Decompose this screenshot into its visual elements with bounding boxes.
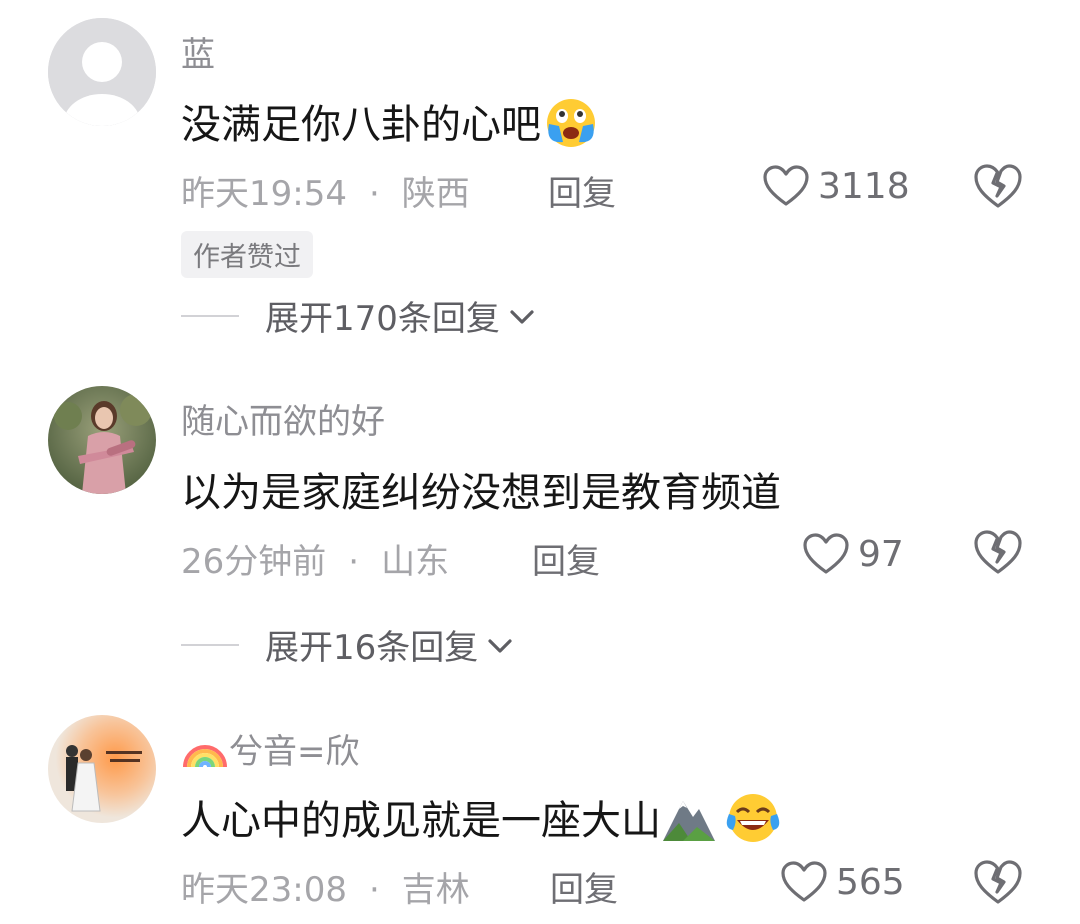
meta-separator: · <box>368 174 380 214</box>
comment-item: 蓝 没满足你八卦的心吧 昨天19:54 · 陕西 回复 3118 作者赞过 展开17… <box>0 0 1080 340</box>
comment-username[interactable]: 随心而欲的好 <box>181 394 385 443</box>
expand-replies-label: 展开16条回复 <box>265 628 479 668</box>
avatar[interactable] <box>48 386 156 494</box>
dislike-button[interactable] <box>972 528 1024 580</box>
heart-outline-icon <box>803 533 849 574</box>
comment-item: 随心而欲的好 以为是家庭纠纷没想到是教育频道 26分钟前 · 山东 回复 97 展开… <box>0 370 1080 690</box>
broken-heart-icon <box>974 530 1022 574</box>
comment-item: 兮音=欣 人心中的成见就是一座大山 昨天23:08 · 吉林 回复 565 <box>0 700 1080 924</box>
rainbow-emoji <box>181 729 229 778</box>
reply-button[interactable]: 回复 <box>550 862 618 911</box>
comment-location: 陕西 <box>401 174 470 214</box>
comment-username[interactable]: 兮音=欣 <box>181 724 360 778</box>
dislike-button[interactable] <box>972 858 1024 910</box>
comment-time: 昨天19:54 <box>181 174 347 214</box>
expand-replies-label: 展开170条回复 <box>265 299 500 339</box>
reply-button[interactable]: 回复 <box>548 166 616 215</box>
comment-location: 山东 <box>381 542 450 582</box>
comment-meta: 昨天23:08 · 吉林 <box>181 862 470 911</box>
like-button[interactable]: 565 <box>780 860 905 904</box>
meta-separator: · <box>368 870 380 910</box>
broken-heart-icon <box>974 860 1022 904</box>
mountain-emoji <box>661 793 717 853</box>
like-button[interactable]: 97 <box>802 532 904 576</box>
like-count: 565 <box>836 861 905 903</box>
expand-replies-button[interactable]: 展开170条回复 <box>181 291 536 340</box>
comment-meta: 26分钟前 · 山东 <box>181 534 449 583</box>
comment-username-text: 兮音=欣 <box>229 732 360 772</box>
like-count: 3118 <box>818 165 910 207</box>
dislike-button[interactable] <box>972 162 1024 214</box>
comment-text-body: 没满足你八卦的心吧 <box>181 102 541 148</box>
comment-text-body: 人心中的成见就是一座大山 <box>181 798 661 844</box>
expand-divider <box>181 314 239 317</box>
expand-divider <box>181 643 239 646</box>
meta-separator: · <box>348 542 360 582</box>
comment-text: 人心中的成见就是一座大山 <box>181 788 783 854</box>
expand-replies-button[interactable]: 展开16条回复 <box>181 620 514 669</box>
broken-heart-icon <box>974 164 1022 208</box>
comment-text: 以为是家庭纠纷没想到是教育频道 <box>181 470 781 516</box>
tears-of-joy-emoji <box>723 792 783 854</box>
loudly-crying-face-emoji <box>541 96 601 158</box>
comment-username[interactable]: 蓝 <box>181 27 215 76</box>
like-button[interactable]: 3118 <box>762 164 910 208</box>
comment-location: 吉林 <box>401 870 470 910</box>
comment-text: 没满足你八卦的心吧 <box>181 92 601 158</box>
heart-outline-icon <box>781 861 827 902</box>
user-photo-avatar <box>48 386 156 494</box>
user-photo-avatar <box>48 715 156 823</box>
author-liked-badge: 作者赞过 <box>181 231 313 278</box>
chevron-down-icon <box>486 625 514 665</box>
like-count: 97 <box>858 533 904 575</box>
heart-outline-icon <box>763 165 809 206</box>
comment-time: 昨天23:08 <box>181 870 347 910</box>
comment-time: 26分钟前 <box>181 542 327 582</box>
default-avatar-icon <box>48 18 156 126</box>
comment-meta: 昨天19:54 · 陕西 <box>181 166 470 215</box>
reply-button[interactable]: 回复 <box>532 534 600 583</box>
chevron-down-icon <box>508 296 536 336</box>
avatar[interactable] <box>48 18 156 126</box>
avatar[interactable] <box>48 715 156 823</box>
